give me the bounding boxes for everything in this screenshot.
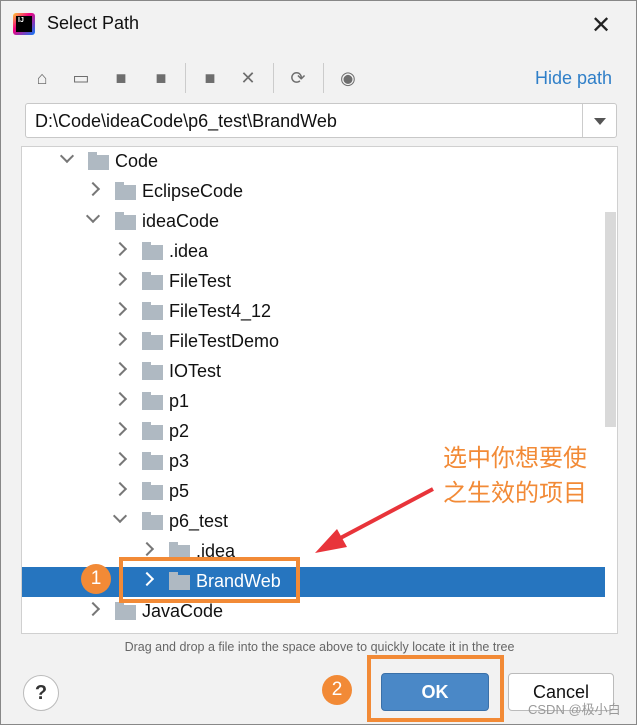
chevron-right-icon[interactable] bbox=[112, 421, 128, 437]
path-value: D:\Code\ideaCode\p6_test\BrandWeb bbox=[35, 111, 337, 131]
project-folder-icon[interactable]: ■ bbox=[108, 65, 134, 91]
chevron-right-icon[interactable] bbox=[112, 301, 128, 317]
tree-row-label: FileTest bbox=[169, 271, 232, 291]
folder-icon bbox=[88, 152, 109, 170]
tree-row[interactable]: IOTest bbox=[22, 357, 605, 387]
path-history-dropdown[interactable] bbox=[582, 104, 616, 137]
folder-icon bbox=[142, 512, 163, 530]
folder-icon bbox=[115, 182, 136, 200]
folder-icon bbox=[142, 422, 163, 440]
tree-row-label: Code bbox=[115, 151, 159, 171]
tree-row[interactable]: p1 bbox=[22, 387, 605, 417]
folder-icon bbox=[142, 482, 163, 500]
tree-row-label: ideaCode bbox=[142, 211, 220, 231]
folder-icon bbox=[142, 392, 163, 410]
tree-row[interactable]: ideaCode bbox=[22, 207, 605, 237]
chevron-right-icon[interactable] bbox=[112, 241, 128, 257]
refresh-icon[interactable]: ⟳ bbox=[285, 65, 311, 91]
folder-icon bbox=[142, 362, 163, 380]
folder-icon bbox=[142, 452, 163, 470]
desktop-icon[interactable]: ▭ bbox=[68, 65, 94, 91]
folder-icon bbox=[115, 212, 136, 230]
tree-row[interactable]: FileTest bbox=[22, 267, 605, 297]
annotation-note: 选中你想要使 之生效的项目 bbox=[443, 445, 587, 507]
drag-drop-hint: Drag and drop a file into the space abov… bbox=[124, 640, 515, 654]
step-1-badge: 1 bbox=[81, 564, 111, 594]
module-folder-icon[interactable]: ■ bbox=[148, 65, 174, 91]
chevron-right-icon[interactable] bbox=[139, 541, 155, 557]
toolbar-divider bbox=[273, 63, 274, 93]
tree-row[interactable]: .idea bbox=[22, 237, 605, 267]
show-hidden-icon[interactable]: ◉ bbox=[335, 65, 361, 91]
chevron-right-icon[interactable] bbox=[112, 361, 128, 377]
chevron-down-icon[interactable] bbox=[85, 208, 101, 224]
chevron-down-icon[interactable] bbox=[112, 508, 128, 524]
chevron-down-icon[interactable] bbox=[59, 148, 75, 164]
chevron-right-icon[interactable] bbox=[85, 601, 101, 617]
watermark: CSDN @极小白 bbox=[528, 702, 621, 717]
chevron-right-icon[interactable] bbox=[112, 451, 128, 467]
step-2-badge: 2 bbox=[322, 675, 352, 705]
tree-row-label: JavaCode bbox=[142, 601, 224, 621]
new-folder-icon[interactable]: ■ bbox=[197, 65, 223, 91]
tree-row[interactable]: FileTest4_12 bbox=[22, 297, 605, 327]
tree-row-label: IOTest bbox=[169, 361, 222, 381]
help-button[interactable]: ? bbox=[23, 675, 59, 711]
tree-row[interactable]: EclipseCode bbox=[22, 177, 605, 207]
dialog-title: Select Path bbox=[47, 13, 140, 33]
folder-icon bbox=[142, 272, 163, 290]
hide-path-link[interactable]: Hide path bbox=[535, 68, 612, 89]
tree-row-label: EclipseCode bbox=[142, 181, 244, 201]
chevron-right-icon[interactable] bbox=[112, 391, 128, 407]
intellij-logo: IJ bbox=[13, 13, 35, 35]
tree-row-label: p3 bbox=[169, 451, 190, 471]
tree-row[interactable]: JavaCode bbox=[22, 597, 605, 627]
folder-icon bbox=[142, 302, 163, 320]
tree-row-label: p5 bbox=[169, 481, 190, 501]
delete-icon[interactable]: ✕ bbox=[235, 65, 261, 91]
chevron-right-icon[interactable] bbox=[112, 331, 128, 347]
tree-row-label: FileTest4_12 bbox=[169, 301, 272, 321]
annotation-arrow bbox=[315, 487, 434, 553]
tree-row-label: .idea bbox=[169, 241, 209, 261]
tree-row-label: p1 bbox=[169, 391, 190, 411]
tree-row[interactable]: Code bbox=[22, 147, 605, 177]
toolbar-divider bbox=[323, 63, 324, 93]
close-button[interactable]: ✕ bbox=[591, 11, 611, 40]
folder-icon bbox=[115, 602, 136, 620]
chevron-right-icon[interactable] bbox=[112, 271, 128, 287]
highlight-box-ok bbox=[367, 655, 504, 722]
tree-row-label: FileTestDemo bbox=[169, 331, 280, 351]
chevron-right-icon[interactable] bbox=[112, 481, 128, 497]
highlight-box-brandweb bbox=[119, 557, 300, 603]
chevron-right-icon[interactable] bbox=[85, 181, 101, 197]
tree-row[interactable]: FileTestDemo bbox=[22, 327, 605, 357]
tree-row-label: p6_test bbox=[169, 511, 229, 531]
scrollbar-thumb[interactable] bbox=[605, 212, 616, 427]
folder-icon bbox=[142, 242, 163, 260]
folder-icon bbox=[142, 332, 163, 350]
home-icon[interactable]: ⌂ bbox=[29, 65, 55, 91]
toolbar-divider bbox=[185, 63, 186, 93]
path-input[interactable]: D:\Code\ideaCode\p6_test\BrandWeb bbox=[25, 103, 617, 138]
tree-row-label: p2 bbox=[169, 421, 190, 441]
